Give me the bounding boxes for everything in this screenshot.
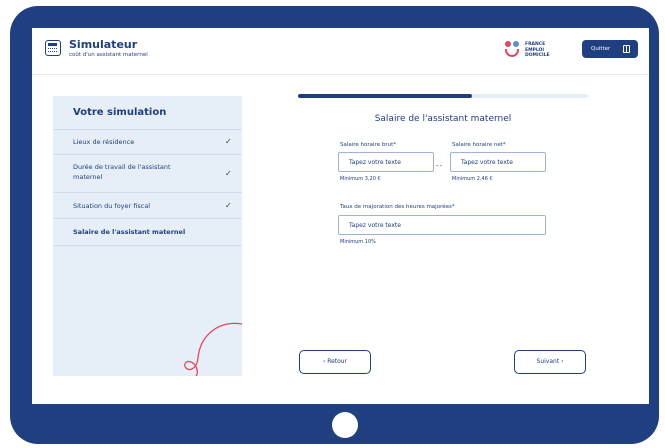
- check-icon: ✓: [225, 169, 232, 178]
- france-emploi-domicile-logo: FRANCE EMPLOI DOMICILE: [503, 39, 563, 63]
- exit-door-icon: [623, 45, 630, 53]
- net-salary-label: Salaire horaire net*: [452, 142, 506, 148]
- sidebar-item-label: Durée de travail de l'assistant maternel: [73, 163, 171, 181]
- tablet-frame: Simulateur coût d'un assistant maternel …: [10, 6, 659, 444]
- app-header: Simulateur coût d'un assistant maternel …: [32, 28, 649, 75]
- gross-salary-label: Salaire horaire brut*: [340, 142, 396, 148]
- next-button[interactable]: Suivant ›: [514, 350, 586, 374]
- quit-button[interactable]: Quitter: [582, 40, 638, 58]
- sidebar-item-residence[interactable]: Lieux de résidence ✓: [53, 129, 242, 155]
- app-subtitle: coût d'un assistant maternel: [69, 52, 148, 58]
- net-salary-input[interactable]: [450, 152, 546, 172]
- overtime-rate-label: Taux de majoration des heures majorées*: [340, 204, 455, 210]
- sidebar-item-label: Lieux de résidence: [73, 138, 135, 146]
- sidebar-item-salary[interactable]: Salaire de l'assistant maternel: [53, 218, 242, 246]
- form-title: Salaire de l'assistant maternel: [374, 114, 512, 124]
- progress-bar-fill: [298, 94, 472, 98]
- progress-bar: [298, 94, 588, 98]
- overtime-rate-input[interactable]: [338, 215, 546, 235]
- sidebar-item-label: Situation du foyer fiscal: [73, 202, 151, 210]
- sidebar-item-tax-situation[interactable]: Situation du foyer fiscal ✓: [53, 192, 242, 219]
- calculator-icon: [45, 40, 61, 56]
- field-separator: --: [436, 162, 444, 170]
- sidebar-item-label: Salaire de l'assistant maternel: [73, 228, 186, 236]
- gross-salary-help: Minimum 3,20 €: [340, 176, 381, 182]
- simulation-sidebar: Votre simulation Lieux de résidence ✓ Du…: [53, 96, 242, 376]
- logo-text: FRANCE EMPLOI DOMICILE: [525, 42, 550, 58]
- check-icon: ✓: [225, 201, 232, 210]
- net-salary-help: Minimum 2,46 €: [452, 176, 493, 182]
- quit-button-label: Quitter: [591, 46, 611, 52]
- decorative-swirl: [184, 322, 242, 376]
- sidebar-title: Votre simulation: [73, 107, 167, 118]
- app-title: Simulateur: [69, 38, 138, 51]
- screen: Simulateur coût d'un assistant maternel …: [32, 28, 649, 404]
- back-button[interactable]: ‹ Retour: [299, 350, 371, 374]
- sidebar-item-work-duration[interactable]: Durée de travail de l'assistant maternel…: [53, 154, 242, 193]
- home-button[interactable]: [332, 412, 358, 438]
- check-icon: ✓: [225, 137, 232, 146]
- overtime-rate-help: Minimum 10%: [340, 239, 376, 245]
- gross-salary-input[interactable]: [338, 152, 434, 172]
